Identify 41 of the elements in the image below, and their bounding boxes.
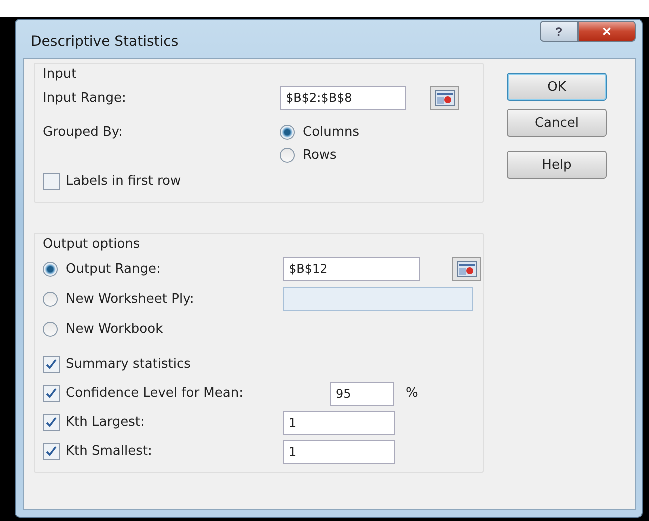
dialog-button[interactable]: Cancel (507, 109, 607, 137)
radio-option[interactable]: Output Range: (43, 262, 161, 276)
radio-option[interactable]: New Workbook (43, 322, 164, 336)
number-field[interactable]: 1 (283, 440, 395, 464)
range-picker-icon (434, 90, 454, 106)
radio-option[interactable]: New Worksheet Ply: (43, 292, 194, 306)
help-button[interactable]: ? (540, 21, 578, 42)
checkbox[interactable]: Kth Smallest: (43, 443, 283, 460)
checkbox-box[interactable] (43, 414, 60, 431)
range-picker-icon (456, 261, 476, 277)
checkbox[interactable]: Kth Largest: (43, 414, 283, 431)
range-picker-button[interactable] (452, 257, 481, 281)
dialog-button[interactable]: Help (507, 151, 607, 179)
field-label: Input Range: (43, 90, 128, 106)
radio-button[interactable] (280, 124, 295, 140)
confidence-field[interactable]: 95 (330, 382, 394, 406)
checkbox[interactable]: Labels in first row (43, 172, 475, 190)
checkbox[interactable]: Summary statistics (43, 356, 283, 373)
radio-button[interactable] (280, 148, 295, 162)
radio-button[interactable] (43, 292, 58, 306)
group-title: Output options (43, 237, 142, 252)
input-range-field[interactable]: $B$2:$B$8 (280, 86, 406, 110)
percent-unit: % (406, 386, 418, 401)
checkbox[interactable]: Confidence Level for Mean: (43, 385, 330, 402)
checkbox-box[interactable] (43, 443, 60, 460)
window-title: Descriptive Statistics (31, 34, 179, 50)
output-range-field[interactable]: $B$12 (283, 257, 420, 281)
dialog-button[interactable]: OK (507, 73, 607, 101)
group-title: Input (43, 67, 78, 82)
radio-option[interactable]: Columns (280, 124, 360, 140)
checkbox-box[interactable] (43, 356, 60, 373)
range-picker-button[interactable] (430, 86, 459, 110)
radio-button[interactable] (43, 262, 58, 276)
radio-option[interactable]: Rows (280, 148, 337, 162)
radio-button[interactable] (43, 322, 58, 336)
sheet-name-field[interactable] (283, 287, 473, 311)
field-label: Grouped By: (43, 124, 124, 140)
number-field[interactable]: 1 (283, 410, 395, 434)
checkbox-box[interactable] (43, 385, 60, 402)
close-button[interactable]: ✕ (578, 21, 636, 42)
checkbox-box[interactable] (43, 172, 60, 190)
